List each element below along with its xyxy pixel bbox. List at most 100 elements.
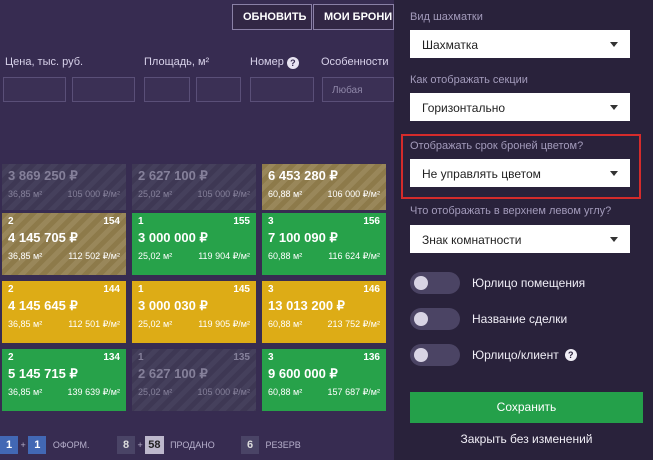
apartment-area: 60,88 м² [268, 387, 303, 397]
apartment-number: 144 [103, 284, 120, 295]
legend-reserve: 6 РЕЗЕРВ [241, 436, 301, 454]
price-per-meter: 119 904 ₽/м² [198, 251, 250, 261]
price-filter-label: Цена, тыс. руб. [5, 56, 84, 68]
apartment-price: 13 013 200 ₽ [268, 298, 345, 313]
deal-name-toggle[interactable] [410, 308, 460, 330]
cell-header: 3 136 [268, 352, 380, 365]
apartment-number: 134 [103, 352, 120, 363]
number-filter-label-wrap: Номер? [250, 56, 299, 69]
client-toggle[interactable] [410, 344, 460, 366]
cell-meta: 36,85 м² 112 502 ₽/м² [8, 251, 120, 262]
apartment-cell[interactable]: 2 627 100 ₽ 25,02 м² 105 000 ₽/м² [132, 164, 256, 210]
highlight-frame [401, 134, 641, 199]
toggle-row-deal-name: Название сделки [410, 308, 567, 330]
apartment-area: 60,88 м² [268, 319, 303, 329]
apartment-area: 25,02 м² [138, 251, 173, 261]
help-icon[interactable]: ? [564, 349, 577, 361]
price-per-meter: 116 624 ₽/м² [328, 251, 380, 261]
apartment-number: 136 [363, 352, 380, 363]
legend-plus: + [137, 440, 143, 450]
price-per-meter: 119 905 ₽/м² [198, 319, 250, 329]
legend-reserve-label: РЕЗЕРВ [265, 440, 301, 450]
room-count: 3 [268, 216, 274, 227]
help-icon[interactable]: ? [286, 57, 299, 69]
price-per-meter: 139 639 ₽/м² [67, 387, 120, 397]
toggle-knob [414, 312, 428, 326]
my-bookings-button[interactable]: МОИ БРОНИ [313, 4, 394, 30]
corner-select-value: Знак комнатности [422, 233, 522, 247]
corner-select[interactable]: Знак комнатности [410, 225, 630, 253]
chevron-down-icon [610, 105, 618, 110]
apartment-cell[interactable]: 6 453 280 ₽ 60,88 м² 106 000 ₽/м² [262, 164, 386, 210]
cell-header: 2 134 [8, 352, 120, 365]
cell-header: 2 154 [8, 216, 120, 229]
cell-meta: 36,85 м² 105 000 ₽/м² [8, 189, 120, 200]
apartment-cell[interactable]: 1 145 3 000 030 ₽ 25,02 м² 119 905 ₽/м² [132, 281, 256, 343]
cell-meta: 36,85 м² 139 639 ₽/м² [8, 387, 120, 398]
cell-header: 3 146 [268, 284, 380, 297]
sections-select[interactable]: Горизонтально [410, 93, 630, 121]
apartment-cell[interactable]: 3 146 13 013 200 ₽ 60,88 м² 213 752 ₽/м² [262, 281, 386, 343]
apartment-price: 9 600 000 ₽ [268, 366, 338, 381]
chevron-down-icon [610, 237, 618, 242]
apartment-cell[interactable]: 3 136 9 600 000 ₽ 60,88 м² 157 687 ₽/м² [262, 349, 386, 411]
apartment-area: 36,85 м² [8, 189, 43, 199]
view-select[interactable]: Шахматка [410, 30, 630, 58]
cell-meta: 60,88 м² 106 000 ₽/м² [268, 189, 380, 200]
corner-label: Что отображать в верхнем левом углу? [410, 205, 612, 217]
apartment-price: 6 453 280 ₽ [268, 168, 338, 183]
cell-header: 1 145 [138, 284, 250, 297]
apartment-price: 3 000 030 ₽ [138, 298, 208, 313]
apartment-cell[interactable]: 2 134 5 145 715 ₽ 36,85 м² 139 639 ₽/м² [2, 349, 126, 411]
apartment-cell[interactable]: 3 156 7 100 090 ₽ 60,88 м² 116 624 ₽/м² [262, 213, 386, 275]
cell-meta: 60,88 м² 157 687 ₽/м² [268, 387, 380, 398]
legend-plus: + [20, 440, 26, 450]
client-label: Юрлицо/клиент [472, 348, 559, 362]
cell-header: 1 135 [138, 352, 250, 365]
apartment-cell[interactable]: 1 155 3 000 000 ₽ 25,02 м² 119 904 ₽/м² [132, 213, 256, 275]
apartment-cell[interactable]: 2 154 4 145 705 ₽ 36,85 м² 112 502 ₽/м² [2, 213, 126, 275]
price-per-meter: 157 687 ₽/м² [327, 387, 380, 397]
area-filter-label: Площадь, м² [144, 56, 210, 68]
legend-booked-count-b: 1 [28, 436, 47, 454]
apartment-area: 60,88 м² [268, 189, 303, 199]
area-max-input[interactable] [196, 77, 241, 102]
refresh-button[interactable]: ОБНОВИТЬ [232, 4, 312, 30]
legal-entity-toggle[interactable] [410, 272, 460, 294]
price-per-meter: 112 502 ₽/м² [68, 251, 120, 261]
legal-entity-label: Юрлицо помещения [472, 276, 586, 290]
legend-sold-count-a: 8 [117, 436, 135, 454]
toggle-knob [414, 276, 428, 290]
price-per-meter: 112 501 ₽/м² [68, 319, 120, 329]
area-min-input[interactable] [144, 77, 190, 102]
legend-sold-count-b: 58 [145, 436, 164, 454]
price-per-meter: 106 000 ₽/м² [327, 189, 380, 199]
room-count: 3 [268, 284, 274, 295]
apartment-cell[interactable]: 1 135 2 627 100 ₽ 25,02 м² 105 000 ₽/м² [132, 349, 256, 411]
apartment-cell[interactable]: 2 144 4 145 645 ₽ 36,85 м² 112 501 ₽/м² [2, 281, 126, 343]
apartment-price: 4 145 705 ₽ [8, 230, 78, 245]
cell-meta: 36,85 м² 112 501 ₽/м² [8, 319, 120, 330]
apartment-number: 154 [103, 216, 120, 227]
cell-meta: 60,88 м² 213 752 ₽/м² [268, 319, 380, 330]
cell-meta: 25,02 м² 105 000 ₽/м² [138, 189, 250, 200]
price-min-input[interactable] [3, 77, 66, 102]
room-count: 2 [8, 352, 14, 363]
apartment-area: 36,85 м² [8, 319, 43, 329]
sections-select-value: Горизонтально [422, 101, 506, 115]
price-per-meter: 105 000 ₽/м² [197, 189, 250, 199]
close-without-changes-link[interactable]: Закрыть без изменений [410, 432, 643, 446]
chessboard-area: ОБНОВИТЬ МОИ БРОНИ Цена, тыс. руб. Площа… [0, 0, 394, 460]
room-count: 2 [8, 284, 14, 295]
features-select[interactable]: Любая [322, 77, 394, 102]
apartment-number: 156 [363, 216, 380, 227]
deal-name-label: Название сделки [472, 312, 568, 326]
save-button[interactable]: Сохранить [410, 392, 643, 423]
chevron-down-icon [610, 42, 618, 47]
apartment-cell[interactable]: 3 869 250 ₽ 36,85 м² 105 000 ₽/м² [2, 164, 126, 210]
cell-header: 3 156 [268, 216, 380, 229]
price-max-input[interactable] [72, 77, 135, 102]
view-select-value: Шахматка [422, 38, 479, 52]
legend-reserve-count: 6 [241, 436, 259, 454]
number-input[interactable] [250, 77, 314, 102]
